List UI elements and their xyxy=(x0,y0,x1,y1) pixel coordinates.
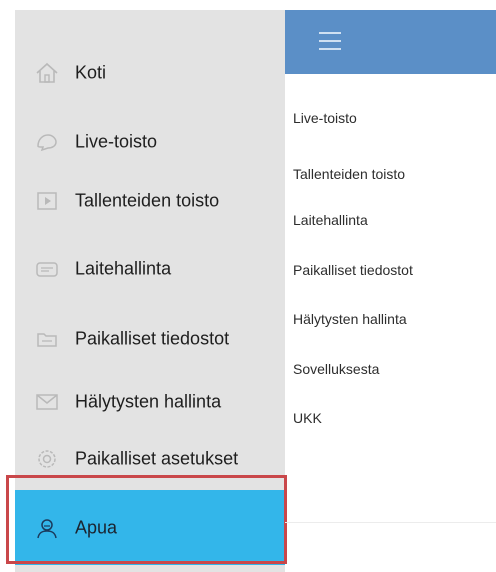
drawer-item-label: Paikalliset tiedostot xyxy=(75,328,230,349)
live-view-icon xyxy=(34,131,60,153)
home-icon xyxy=(34,62,60,84)
menu-item-paikalliset-tiedostot[interactable]: Paikalliset tiedostot xyxy=(293,262,413,278)
menu-item-sovelluksesta[interactable]: Sovelluksesta xyxy=(293,361,379,377)
drawer-item-tallenteiden-toisto[interactable]: Tallenteiden toisto xyxy=(15,173,285,229)
menu-item-tallenteiden-toisto[interactable]: Tallenteiden toisto xyxy=(293,166,405,182)
hamburger-menu-icon[interactable] xyxy=(319,32,341,50)
drawer-item-label: Laitehallinta xyxy=(75,258,172,279)
drawer-item-label: Paikalliset asetukset xyxy=(75,448,239,469)
drawer-item-apua[interactable]: Apua xyxy=(15,490,285,565)
drawer-item-label: Live-toisto xyxy=(75,131,158,152)
drawer-item-halytysten-hallinta[interactable]: Hälytysten hallinta xyxy=(15,374,285,430)
playback-icon xyxy=(34,190,60,212)
drawer-item-paikalliset-asetukset[interactable]: Paikalliset asetukset xyxy=(15,431,285,487)
drawer-item-live-toisto[interactable]: Live-toisto xyxy=(15,114,285,170)
drawer-item-koti[interactable]: Koti xyxy=(15,45,285,101)
navigation-drawer: Koti Live-toisto Tallenteiden toisto Lai… xyxy=(15,10,285,572)
help-user-icon xyxy=(34,517,60,539)
drawer-item-laitehallinta[interactable]: Laitehallinta xyxy=(15,241,285,297)
drawer-item-label: Koti xyxy=(75,62,107,83)
menu-item-laitehallinta[interactable]: Laitehallinta xyxy=(293,212,368,228)
drawer-item-label: Hälytysten hallinta xyxy=(75,391,222,412)
settings-icon xyxy=(34,448,60,470)
folder-icon xyxy=(34,328,60,350)
menu-item-live-toisto[interactable]: Live-toisto xyxy=(293,110,357,126)
menu-item-halytysten-hallinta[interactable]: Hälytysten hallinta xyxy=(293,311,407,327)
top-bar xyxy=(285,10,496,74)
divider xyxy=(285,522,496,523)
menu-item-ukk[interactable]: UKK xyxy=(293,410,322,426)
drawer-item-paikalliset-tiedostot[interactable]: Paikalliset tiedostot xyxy=(15,311,285,367)
drawer-item-label: Apua xyxy=(75,517,118,537)
drawer-item-label: Tallenteiden toisto xyxy=(75,190,220,211)
alarm-message-icon xyxy=(34,391,60,413)
device-management-icon xyxy=(34,258,60,280)
